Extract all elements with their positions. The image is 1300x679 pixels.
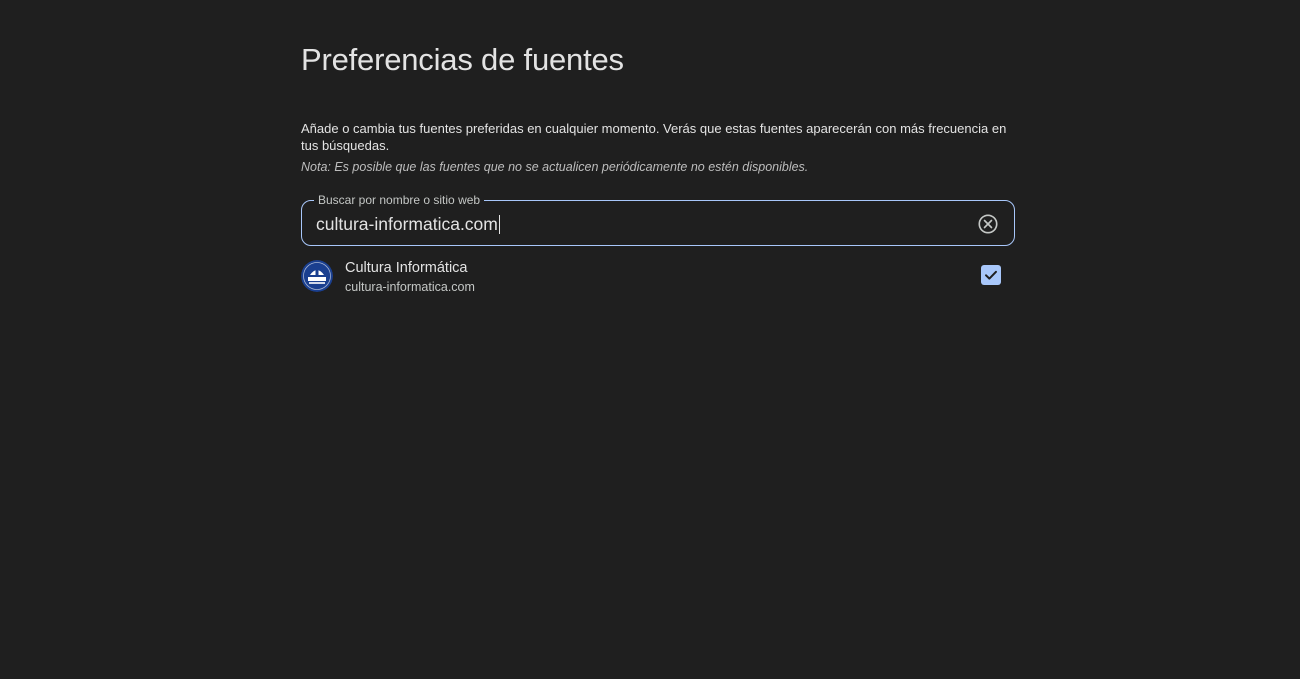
page-description: Añade o cambia tus fuentes preferidas en… bbox=[301, 121, 1007, 153]
search-label: Buscar por nombre o sitio web bbox=[314, 192, 485, 208]
site-logo-icon bbox=[301, 260, 333, 292]
search-input[interactable]: cultura-informatica.com bbox=[316, 213, 501, 235]
checkmark-icon bbox=[985, 270, 997, 280]
result-name: Cultura Informática bbox=[345, 260, 468, 276]
text-caret bbox=[498, 214, 501, 234]
clear-search-button[interactable] bbox=[976, 212, 1000, 236]
clear-circle-icon bbox=[978, 214, 998, 234]
source-result-item[interactable]: Cultura Informática cultura-informatica.… bbox=[301, 257, 1017, 297]
cultura-informatica-logo bbox=[301, 260, 333, 292]
source-preferences-page: Preferencias de fuentes Añade o cambia t… bbox=[0, 0, 1300, 679]
result-url: cultura-informatica.com bbox=[345, 280, 475, 294]
page-note: Nota: Es posible que las fuentes que no … bbox=[301, 160, 809, 174]
result-checkbox[interactable] bbox=[981, 265, 1001, 285]
search-field[interactable]: Buscar por nombre o sitio web cultura-in… bbox=[301, 192, 1015, 246]
search-input-text: cultura-informatica.com bbox=[316, 214, 498, 234]
page-title: Preferencias de fuentes bbox=[301, 42, 624, 77]
